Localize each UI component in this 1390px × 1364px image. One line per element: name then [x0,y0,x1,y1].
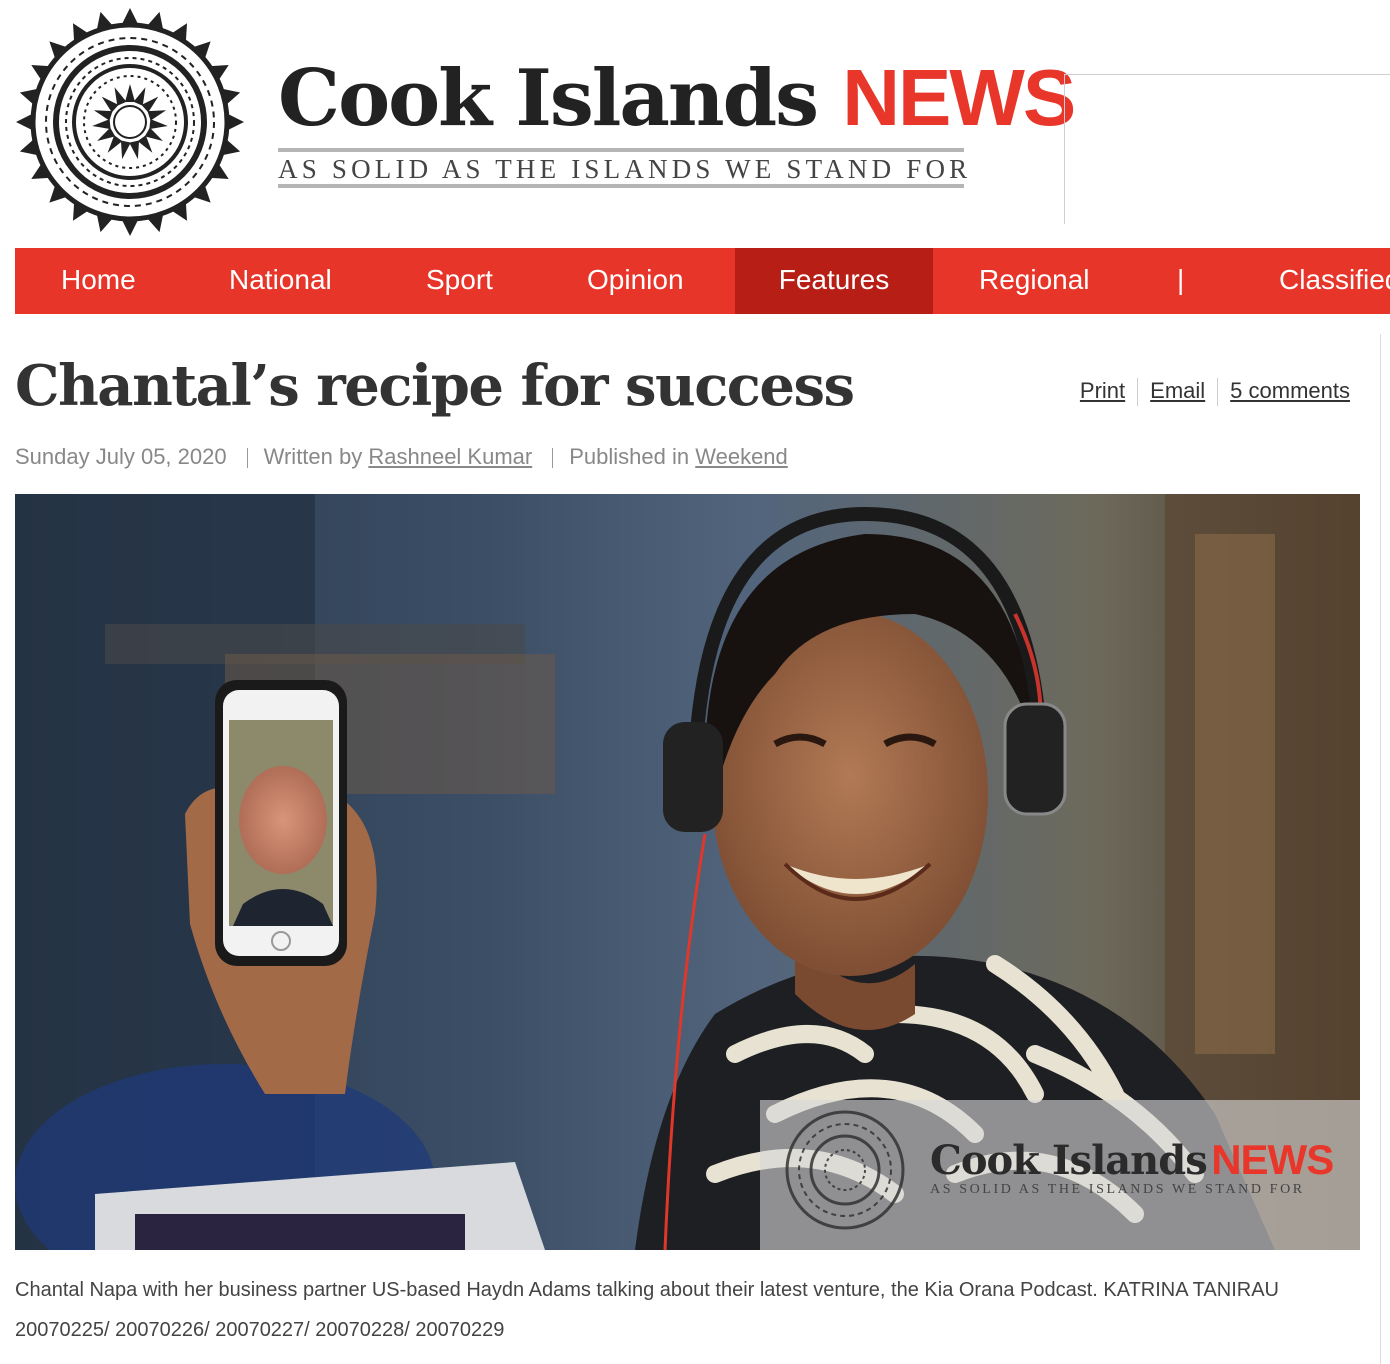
brand-news: NEWS [842,53,1076,142]
brand-wordmark: Cook Islands NEWS [278,52,1076,145]
written-by-label: Written by [263,444,363,469]
comments-link[interactable]: 5 comments [1230,378,1350,403]
email-link[interactable]: Email [1150,378,1205,403]
site-header: Cook Islands NEWS AS SOLID AS THE ISLAND… [0,0,1390,248]
caption-codes: 20070225/ 20070226/ 20070227/ 20070228/ … [15,1319,505,1341]
nav-item-national[interactable]: National [229,248,332,314]
article-photo[interactable]: Cook Islands NEWS AS SOLID AS THE ISLAND… [15,494,1360,1250]
watermark-tagline: AS SOLID AS THE ISLANDS WE STAND FOR [930,1182,1305,1197]
photo-caption: Chantal Napa with her business partner U… [15,1270,1345,1350]
nav-separator: | [1177,264,1185,295]
print-link[interactable]: Print [1080,378,1125,403]
caption-text: Chantal Napa with her business partner U… [15,1279,1279,1301]
nav-item-classified[interactable]: Classified [1279,248,1390,314]
article-title: Chantal’s recipe for success [15,353,855,419]
section-link[interactable]: Weekend [695,444,788,469]
cook-islands-logo-icon[interactable] [14,6,246,238]
published-in-label: Published in [569,444,690,469]
site-brand[interactable]: Cook Islands NEWS AS SOLID AS THE ISLAND… [278,52,1076,188]
tools-divider [1217,378,1219,407]
brand-name: Cook Islands [278,53,819,144]
nav-item-home[interactable]: Home [61,248,136,314]
watermark-brand-name: Cook Islands [930,1137,1208,1184]
nav-item-features[interactable]: Features [735,248,933,314]
nav-item-regional[interactable]: Regional [979,248,1090,314]
content-divider [1380,334,1381,1364]
photo-watermark: Cook Islands NEWS AS SOLID AS THE ISLAND… [930,1136,1334,1198]
article-meta: Sunday July 05, 2020 Written by Rashneel … [15,442,788,472]
nav-item-opinion[interactable]: Opinion [587,248,684,314]
header-ad-slot [1064,74,1390,224]
watermark-brand-news: NEWS [1211,1136,1334,1183]
meta-divider [246,448,248,469]
article-tools: Print Email 5 comments [1080,378,1350,407]
author-link[interactable]: Rashneel Kumar [368,444,532,469]
nav-item-sport[interactable]: Sport [426,248,493,314]
article-date: Sunday July 05, 2020 [15,444,227,469]
main-nav: Home National Sport Opinion Features Reg… [15,248,1390,314]
tools-divider [1137,378,1139,407]
brand-tagline: AS SOLID AS THE ISLANDS WE STAND FOR [278,148,967,188]
meta-divider [552,448,554,469]
